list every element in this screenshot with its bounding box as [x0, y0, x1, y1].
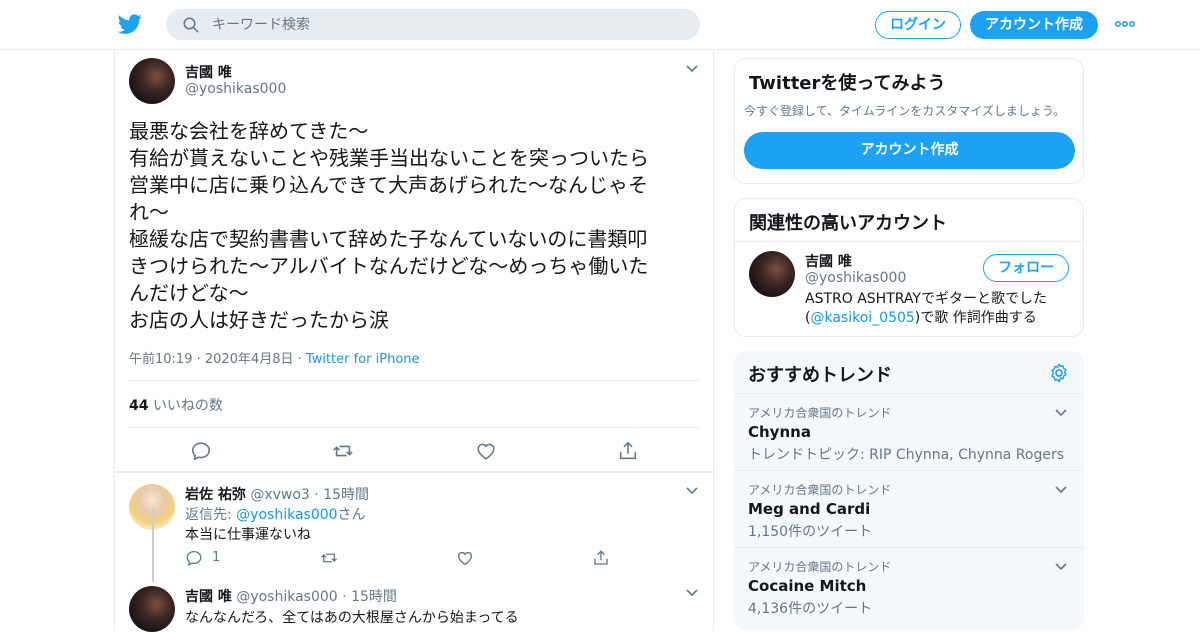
follow-button[interactable]: フォロー — [983, 254, 1069, 282]
trend-title: Meg and Cardi — [748, 500, 871, 518]
reply-author-handle[interactable]: @xvwo3 — [250, 487, 310, 503]
likes-stat[interactable]: 44 いいねの数 — [129, 395, 223, 415]
bio-mention-link[interactable]: @kasikoi_0505 — [810, 310, 914, 326]
reply-to-line: 返信先: @yoshikas000さん — [185, 504, 366, 524]
reply-menu-chevron-down-icon[interactable] — [685, 486, 699, 496]
trend-chevron-down-icon[interactable] — [1054, 562, 1068, 572]
tweet-date[interactable]: 2020年4月8日 — [205, 352, 294, 367]
related-card-title: 関連性の高いアカウント — [749, 213, 947, 234]
related-account-bio: ASTRO ASHTRAYでギターと歌でした (@kasikoi_0505)で歌… — [805, 290, 1075, 328]
trend-item[interactable]: アメリカ合衆国のトレンド Chynna トレンドトピック: RIP Chynna… — [734, 393, 1084, 470]
divider — [129, 380, 699, 381]
retweet-icon[interactable] — [320, 549, 338, 567]
twitter-bird-logo-icon[interactable] — [117, 12, 143, 36]
tweet-text-line: 最悪な会社を辞めてきた〜 — [129, 119, 369, 143]
related-account-name[interactable]: 吉國 唯 — [805, 251, 852, 271]
share-icon[interactable] — [617, 440, 639, 462]
tweet-menu-chevron-down-icon[interactable] — [685, 64, 699, 74]
trend-location: アメリカ合衆国のトレンド — [748, 483, 892, 497]
trend-item[interactable]: アメリカ合衆国のトレンド Cocaine Mitch 4,136件のツイート — [734, 547, 1084, 624]
reply-menu-chevron-down-icon[interactable] — [685, 588, 699, 598]
tweet-text: 最悪な会社を辞めてきた〜 有給が貰えないことや残業手当出ないことを突っついたら … — [129, 118, 704, 334]
trend-subtitle: 4,136件のツイート — [748, 601, 873, 617]
author-handle[interactable]: @yoshikas000 — [185, 81, 286, 97]
signup-card-subtitle: 今すぐ登録して、タイムラインをカスタマイズしましょう。 — [744, 104, 1066, 118]
reply-author-handle[interactable]: @yoshikas000 — [236, 589, 337, 605]
reply-icon[interactable] — [190, 440, 212, 462]
reply-time[interactable]: 15時間 — [323, 487, 369, 503]
divider — [735, 241, 1083, 242]
author-name[interactable]: 吉國 唯 — [185, 62, 232, 82]
tweet-text-line: 極緩な店で契約書書いて辞めた子なんていないのに書類叩 — [129, 227, 648, 251]
related-account-handle[interactable]: @yoshikas000 — [805, 270, 906, 286]
tweet-text-line: 有給が貰えないことや残業手当出ないことを突っついたら — [129, 146, 649, 170]
tweet-detail-column: 吉國 唯 @yoshikas000 最悪な会社を辞めてきた〜 有給が貰えないこと… — [114, 50, 714, 632]
reply-text: 本当に仕事運ないね — [185, 527, 311, 543]
search-input[interactable] — [212, 9, 682, 40]
section-divider — [115, 471, 713, 473]
reply-icon[interactable] — [185, 549, 203, 567]
trend-title: Chynna — [748, 423, 811, 441]
tweet-text-line: れ〜 — [129, 200, 169, 224]
reply-to-mention-link[interactable]: @yoshikas000 — [236, 507, 337, 523]
more-options-icon[interactable] — [1114, 16, 1136, 32]
trend-title: Cocaine Mitch — [748, 577, 867, 595]
reply-author-name[interactable]: 岩佐 祐弥 — [185, 487, 246, 503]
trend-subtitle: 1,150件のツイート — [748, 524, 873, 540]
trend-location: アメリカ合衆国のトレンド — [748, 560, 892, 574]
thread-connector-line — [152, 508, 154, 582]
trend-location: アメリカ合衆国のトレンド — [748, 406, 892, 420]
bio-rest: )で歌 作詞作曲する — [914, 310, 1037, 326]
search-icon — [183, 17, 199, 33]
reply-header: 吉國 唯 @yoshikas000 · 15時間 — [185, 589, 397, 605]
top-navigation-bar: ログイン アカウント作成 — [0, 0, 1200, 50]
reply-header: 岩佐 祐弥 @xvwo3 · 15時間 — [185, 487, 370, 503]
reply-time[interactable]: 15時間 — [351, 589, 397, 605]
trends-card: おすすめトレンド アメリカ合衆国のトレンド Chynna トレンドトピック: R… — [734, 351, 1084, 630]
reply-author-avatar[interactable] — [129, 586, 175, 632]
reply-text: なんなんだろ、全てはあの大根屋さんから始まってる — [185, 610, 519, 626]
reply-to-prefix: 返信先: — [185, 507, 232, 523]
related-account-avatar[interactable] — [749, 251, 795, 297]
signup-button[interactable]: アカウント作成 — [970, 11, 1098, 39]
tweet-source-link[interactable]: Twitter for iPhone — [306, 352, 420, 367]
tweet-metadata: 午前10:19 · 2020年4月8日 · Twitter for iPhone — [129, 352, 420, 367]
search-bar[interactable] — [166, 9, 700, 40]
trend-chevron-down-icon[interactable] — [1054, 485, 1068, 495]
signup-card-button[interactable]: アカウント作成 — [744, 132, 1075, 169]
trend-chevron-down-icon[interactable] — [1054, 408, 1068, 418]
like-heart-icon[interactable] — [475, 440, 497, 462]
trends-settings-gear-icon[interactable] — [1048, 362, 1070, 384]
reply-to-suffix: さん — [337, 507, 366, 523]
trend-subtitle: トレンドトピック: RIP Chynna, Chynna Rogers — [748, 447, 1064, 463]
share-icon[interactable] — [592, 549, 610, 567]
tweet-time[interactable]: 午前10:19 — [129, 352, 192, 367]
tweet-text-line: お店の人は好きだったから涙 — [129, 308, 389, 332]
related-accounts-card: 関連性の高いアカウント 吉國 唯 @yoshikas000 フォロー ASTRO… — [734, 198, 1084, 337]
signup-card-title: Twitterを使ってみよう — [749, 73, 946, 94]
like-heart-icon[interactable] — [456, 549, 474, 567]
bio-line: (@kasikoi_0505)で歌 作詞作曲する — [805, 309, 1075, 328]
signup-card: Twitterを使ってみよう 今すぐ登録して、タイムラインをカスタマイズしましょ… — [734, 58, 1084, 184]
retweet-icon[interactable] — [332, 440, 354, 462]
author-avatar[interactable] — [129, 58, 175, 104]
bio-line: ASTRO ASHTRAYでギターと歌でした — [805, 291, 1047, 307]
trend-item[interactable]: アメリカ合衆国のトレンド Meg and Cardi 1,150件のツイート — [734, 470, 1084, 547]
likes-count: 44 — [129, 398, 149, 414]
tweet-text-line: 営業中に店に乗り込んできて大声あげられた〜なんじゃそ — [129, 173, 648, 197]
reply-count: 1 — [212, 550, 221, 565]
reply-author-name[interactable]: 吉國 唯 — [185, 589, 232, 605]
divider — [129, 427, 699, 428]
tweet-text-line: きつけられた〜アルバイトなんだけどな〜めっちゃ働いた — [129, 254, 649, 278]
trends-card-title: おすすめトレンド — [748, 365, 892, 386]
login-button[interactable]: ログイン — [875, 11, 961, 39]
likes-label: いいねの数 — [152, 398, 223, 414]
tweet-text-line: んだけどな〜 — [129, 281, 249, 305]
